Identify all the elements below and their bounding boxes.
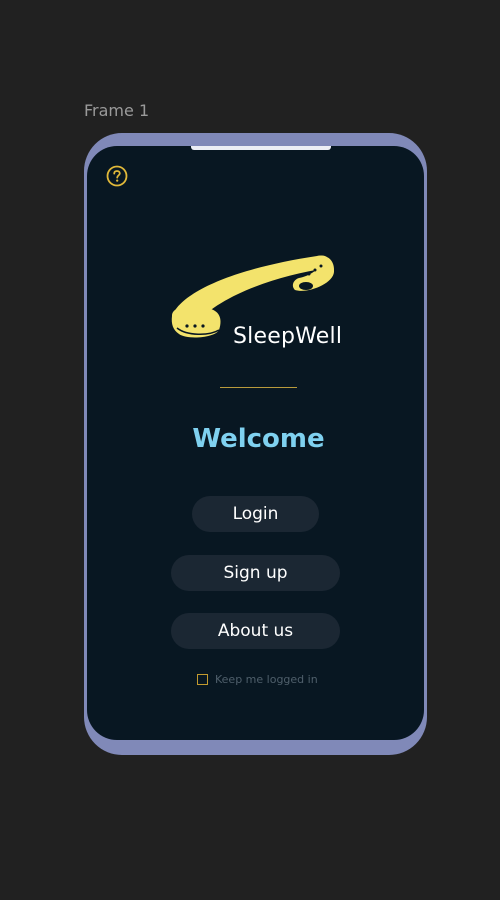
help-button[interactable] — [106, 165, 128, 187]
phone-notch — [191, 146, 331, 150]
divider — [220, 387, 297, 388]
phone-frame: SleepWell Welcome Login Sign up About us… — [84, 133, 427, 755]
brand-name: SleepWell — [233, 324, 343, 349]
login-button[interactable]: Login — [192, 496, 319, 532]
about-us-button[interactable]: About us — [171, 613, 340, 649]
frame-label: Frame 1 — [84, 101, 150, 120]
welcome-heading: Welcome — [192, 424, 325, 454]
keep-logged-in-toggle[interactable]: Keep me logged in — [197, 673, 318, 686]
keep-logged-in-checkbox[interactable] — [197, 674, 208, 685]
signup-button[interactable]: Sign up — [171, 555, 340, 591]
keep-logged-in-label: Keep me logged in — [215, 673, 318, 686]
app-screen: SleepWell Welcome Login Sign up About us… — [87, 146, 424, 740]
help-circle-icon — [106, 165, 128, 187]
